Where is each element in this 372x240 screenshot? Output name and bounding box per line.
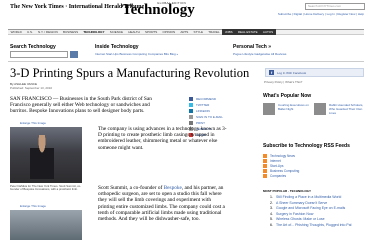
article-body-paragraph-2: Scott Summit, a co-founder of Bespoke, a…: [98, 185, 228, 222]
main-navigation: WORLD U.S. N.Y. / REGION BUSINESS TECHNO…: [8, 29, 364, 35]
whats-popular-title: What's Popular Now: [263, 93, 312, 99]
linkedin-icon: [189, 109, 193, 113]
most-popular-item[interactable]: 6. The Art of... Phishing Thoughts, Plugg…: [270, 223, 365, 229]
tool-twitter-label: TWITTER: [196, 103, 210, 107]
rss-icon: [263, 163, 267, 168]
print-icon: [189, 121, 193, 125]
article-photo-summit[interactable]: [10, 127, 82, 183]
article-photo-2[interactable]: [10, 210, 82, 240]
rss-label: Companies: [270, 173, 287, 178]
nav-business[interactable]: BUSINESS: [60, 30, 80, 34]
twitter-icon: [189, 103, 193, 107]
popular-thumb-2[interactable]: [314, 103, 326, 115]
article-date: Published: September 13, 2010: [10, 86, 53, 90]
personal-tech-title[interactable]: Personal Tech »: [233, 44, 271, 50]
search-go-button[interactable]: [70, 51, 78, 58]
popular-thumb-1[interactable]: [263, 103, 275, 115]
nav-health[interactable]: HEALTH: [126, 30, 143, 34]
search-technology-label: Search Technology: [10, 44, 56, 50]
tool-linkedin-label: LINKEDIN: [196, 109, 210, 113]
article-lede: SAN FRANCISCO — Businesses in the South …: [10, 96, 152, 115]
recommend-icon: [189, 97, 193, 101]
inside-technology-title: Inside Technology: [95, 44, 139, 50]
nav-ny-region[interactable]: N.Y. / REGION: [35, 30, 60, 34]
rss-companies[interactable]: Companies: [263, 173, 363, 178]
enlarge-image-link[interactable]: Enlarge This Image: [20, 121, 46, 125]
article-body-paragraph-1: The company is using advances in a techn…: [98, 126, 227, 151]
tech-rss-title: Subscribe to Technology RSS Feeds: [263, 143, 350, 149]
rss-label: Business Computing: [270, 168, 300, 173]
facebook-login-button[interactable]: f Log In With Facebook: [265, 68, 364, 77]
section-divider: [8, 61, 364, 62]
body-text-end: , and his partner, an orthopedic surgeon…: [98, 185, 225, 223]
nav-arts[interactable]: ARTS: [178, 30, 191, 34]
rss-icon: [263, 158, 267, 163]
nav-real-estate[interactable]: REAL ESTATE: [235, 29, 261, 35]
article-headline: 3-D Printing Spurs a Manufacturing Revol…: [10, 66, 250, 80]
nav-style[interactable]: STYLE: [191, 30, 206, 34]
rss-label: Technology News: [270, 153, 295, 158]
personal-tech-links[interactable]: Pogue Lifestyle Gadgetwise All Reviews: [233, 52, 286, 56]
most-popular-list: 1. Still Finding a Place in a Multimedia …: [270, 195, 365, 228]
enlarge-image-link-2[interactable]: Enlarge This Image: [20, 204, 46, 208]
photo-caption: Peter DaSilva for The New York Times. Sc…: [10, 184, 82, 192]
rss-icon: [263, 173, 267, 178]
user-links[interactable]: Subscribe | Digital | Home Delivery | Lo…: [278, 12, 364, 16]
tool-recommend-label: RECOMMEND: [196, 97, 216, 101]
rss-list: Technology News Internet Start-Ups Busin…: [263, 153, 363, 178]
facebook-icon: f: [269, 70, 274, 75]
nav-autos[interactable]: AUTOS: [260, 29, 276, 35]
email-icon: [189, 115, 193, 119]
nav-us[interactable]: U.S.: [24, 30, 35, 34]
popular-item-2[interactable]: Rabbi Hounded Scholars, Who Guarded Thei…: [329, 103, 365, 115]
nav-opinion[interactable]: OPINION: [160, 30, 178, 34]
person-figure: [30, 135, 54, 179]
technology-search-input[interactable]: [10, 51, 68, 58]
most-popular-tabs[interactable]: MOST POPULAR · TECHNOLOGY: [263, 189, 311, 193]
site-search-input[interactable]: Search All NYTimes.com: [305, 3, 365, 10]
global-edition-label[interactable]: GLOBAL EDITION: [157, 1, 186, 5]
rss-icon: [263, 168, 267, 173]
nav-jobs[interactable]: JOBS: [222, 29, 236, 35]
nav-sports[interactable]: SPORTS: [142, 30, 159, 34]
nav-technology[interactable]: TECHNOLOGY: [81, 30, 107, 34]
rss-icon: [263, 153, 267, 158]
rss-label: Start-Ups: [270, 163, 284, 168]
rss-label: Internet: [270, 158, 281, 163]
nav-world[interactable]: WORLD: [8, 30, 24, 34]
inside-technology-links[interactable]: Internet Start-Ups Business Computing Co…: [95, 52, 178, 56]
nav-travel[interactable]: TRAVEL: [206, 30, 223, 34]
tool-email-label: SIGN IN TO E-MAIL: [196, 115, 223, 119]
nav-science[interactable]: SCIENCE: [107, 30, 126, 34]
facebook-note[interactable]: Privacy Policy | What's This?: [264, 80, 302, 84]
popular-item-1[interactable]: Courting Executives on Ballet Night: [278, 103, 312, 111]
facebook-login-label: Log In With Facebook: [277, 70, 307, 75]
tool-print-label: PRINT: [196, 121, 205, 125]
